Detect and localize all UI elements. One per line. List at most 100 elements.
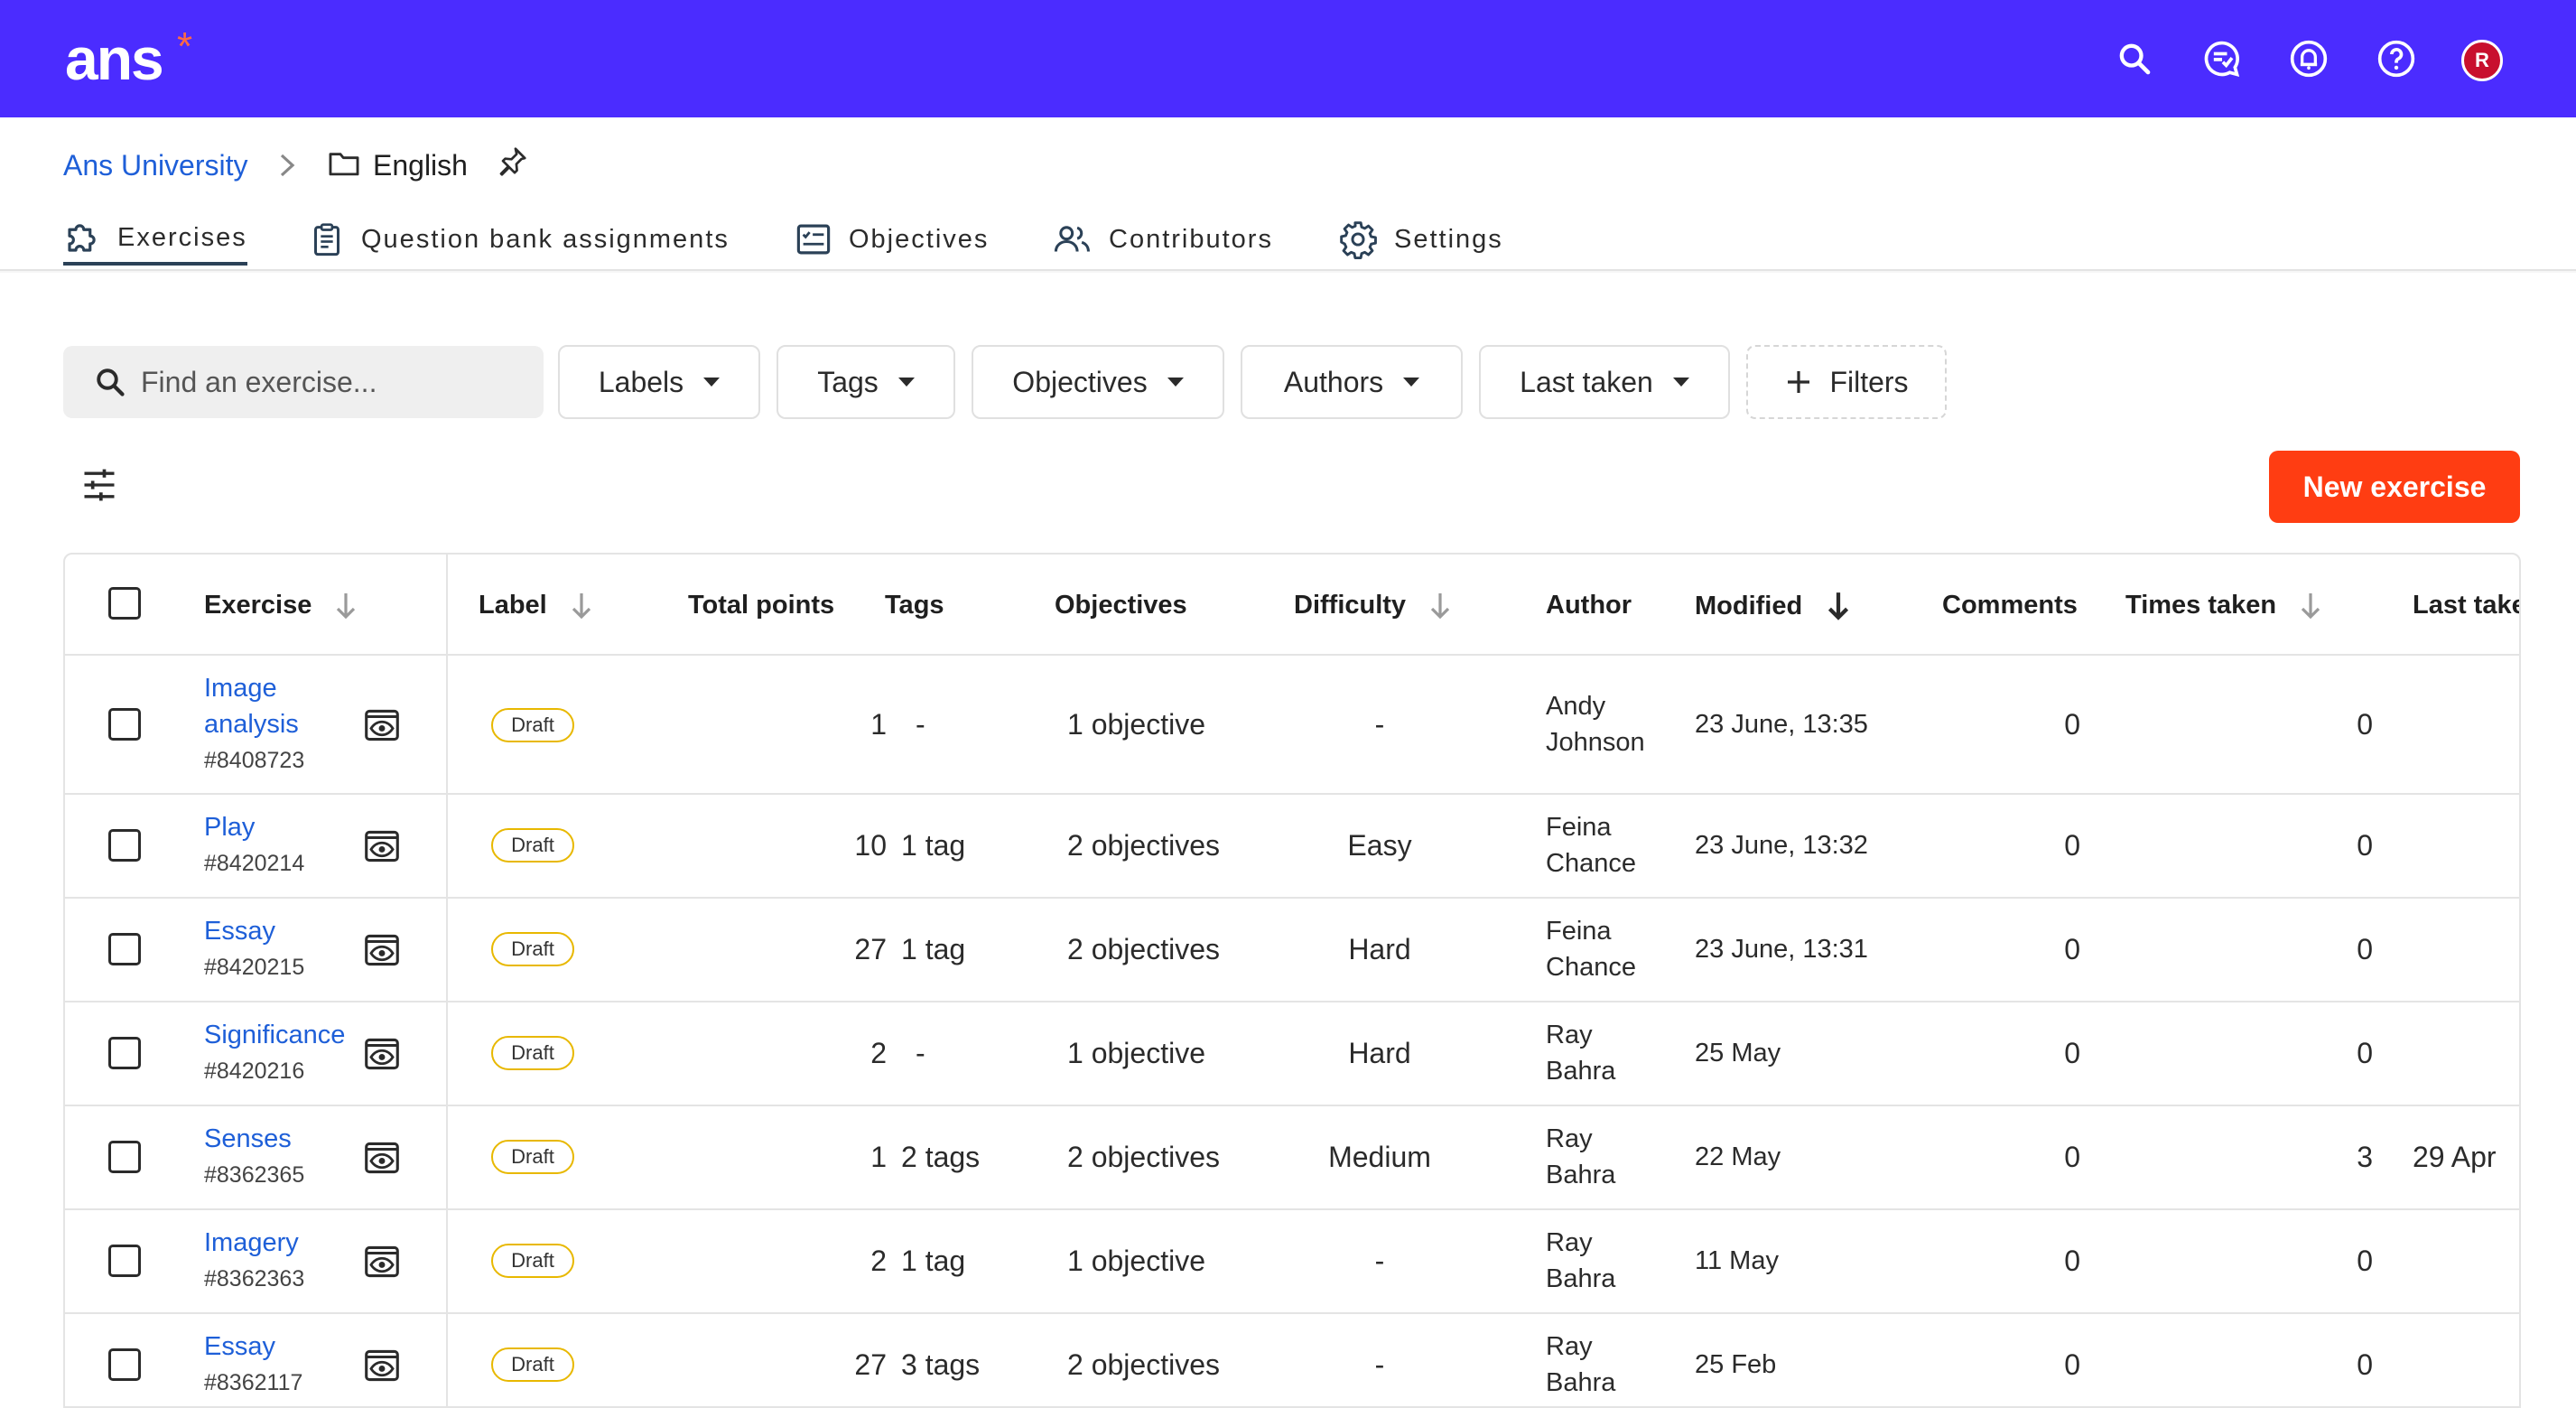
help-icon[interactable] xyxy=(2374,36,2419,81)
row-divider xyxy=(65,654,2519,656)
status-badge: Draft xyxy=(491,828,574,863)
objectives-count[interactable]: 1 objective xyxy=(1067,1037,1205,1070)
search-field[interactable] xyxy=(63,346,544,418)
author-name: Andy Johnson xyxy=(1546,692,1645,757)
total-points: 10 xyxy=(854,829,887,862)
row-checkbox[interactable] xyxy=(108,1141,141,1173)
objectives-count[interactable]: 2 objectives xyxy=(1067,829,1220,863)
header-total-points[interactable]: Total points xyxy=(688,591,834,620)
column-settings-icon[interactable] xyxy=(79,465,119,505)
filter-label: Filters xyxy=(1829,365,1909,398)
last-taken-filter-button[interactable]: Last taken xyxy=(1479,345,1730,419)
gear-icon xyxy=(1338,219,1378,259)
pin-icon[interactable] xyxy=(495,145,529,179)
exercise-title-link[interactable]: Essay xyxy=(204,1329,339,1365)
preview-eye-icon[interactable] xyxy=(363,829,401,863)
tags-count[interactable]: 3 tags xyxy=(901,1348,980,1382)
puzzle-icon xyxy=(63,219,101,256)
tab-settings[interactable]: Settings xyxy=(1338,213,1503,266)
user-avatar[interactable]: R xyxy=(2461,40,2503,81)
sort-arrow-icon xyxy=(335,592,357,620)
exercise-title-link[interactable]: Play xyxy=(204,809,339,845)
exercise-title-link[interactable]: Senses xyxy=(204,1121,339,1157)
header-difficulty[interactable]: Difficulty xyxy=(1294,591,1451,620)
tags-filter-button[interactable]: Tags xyxy=(777,345,955,419)
row-checkbox[interactable] xyxy=(108,1037,141,1069)
column-divider xyxy=(446,555,448,1406)
new-exercise-button[interactable]: New exercise xyxy=(2269,451,2520,523)
tab-label: Question bank assignments xyxy=(361,224,730,254)
review-icon[interactable] xyxy=(2199,36,2245,81)
tags-count[interactable]: - xyxy=(916,1037,925,1070)
objectives-count[interactable]: 2 objectives xyxy=(1067,1348,1220,1382)
search-icon[interactable] xyxy=(2112,36,2157,81)
row-checkbox[interactable] xyxy=(108,933,141,965)
preview-eye-icon[interactable] xyxy=(363,708,401,742)
objectives-count[interactable]: 1 objective xyxy=(1067,1245,1205,1278)
times-taken: 0 xyxy=(2357,933,2373,965)
preview-eye-icon[interactable] xyxy=(363,933,401,967)
exercise-title-link[interactable]: Essay xyxy=(204,913,339,949)
preview-eye-icon[interactable] xyxy=(363,1245,401,1279)
header-label-column[interactable]: Label xyxy=(479,591,592,620)
tab-objectives[interactable]: Objectives xyxy=(795,213,989,266)
row-checkbox[interactable] xyxy=(108,708,141,741)
tags-count[interactable]: 1 tag xyxy=(901,1245,965,1278)
modified-date: 23 June, 13:35 xyxy=(1695,710,1868,739)
tags-count[interactable]: 1 tag xyxy=(901,829,965,863)
status-badge: Draft xyxy=(491,1036,574,1070)
caret-down-icon xyxy=(1672,378,1689,387)
tab-exercises[interactable]: Exercises xyxy=(63,213,247,266)
labels-filter-button[interactable]: Labels xyxy=(558,345,760,419)
header-objectives[interactable]: Objectives xyxy=(1055,591,1187,620)
header-last-taken[interactable]: Last take xyxy=(2413,591,2519,620)
header-modified[interactable]: Modified xyxy=(1695,591,1851,621)
times-taken: 0 xyxy=(2357,1348,2373,1381)
sort-arrow-icon xyxy=(2300,592,2321,620)
comments-count: 0 xyxy=(2064,1037,2080,1069)
preview-eye-icon[interactable] xyxy=(363,1348,401,1383)
exercise-title-link[interactable]: Imagery xyxy=(204,1225,339,1261)
times-taken: 0 xyxy=(2357,829,2373,862)
objectives-filter-button[interactable]: Objectives xyxy=(972,345,1224,419)
tags-count[interactable]: 1 tag xyxy=(901,933,965,966)
exercise-title-link[interactable]: Image analysis xyxy=(204,670,339,742)
breadcrumb-current: English xyxy=(373,149,468,182)
filter-label: Labels xyxy=(598,365,684,398)
select-all-checkbox[interactable] xyxy=(108,587,141,620)
ans-logo[interactable]: ans xyxy=(65,25,164,92)
search-icon xyxy=(94,366,126,398)
row-divider xyxy=(65,1105,2519,1106)
preview-eye-icon[interactable] xyxy=(363,1037,401,1071)
author-name: Ray Bahra xyxy=(1546,1228,1616,1293)
header-comments[interactable]: Comments xyxy=(1942,591,2078,620)
header-tags[interactable]: Tags xyxy=(885,591,944,620)
modified-date: 23 June, 13:32 xyxy=(1695,831,1868,860)
tags-count[interactable]: 2 tags xyxy=(901,1141,980,1174)
header-label: Modified xyxy=(1695,591,1803,620)
notifications-icon[interactable] xyxy=(2286,36,2331,81)
search-input[interactable] xyxy=(141,365,520,399)
tags-count[interactable]: - xyxy=(916,708,925,741)
header-exercise[interactable]: Exercise xyxy=(204,591,357,620)
authors-filter-button[interactable]: Authors xyxy=(1241,345,1463,419)
preview-eye-icon[interactable] xyxy=(363,1141,401,1175)
add-filter-button[interactable]: Filters xyxy=(1746,345,1947,419)
objectives-count[interactable]: 1 objective xyxy=(1067,708,1205,741)
objectives-count[interactable]: 2 objectives xyxy=(1067,933,1220,966)
logo-asterisk: * xyxy=(177,24,193,69)
exercise-title-link[interactable]: Significance xyxy=(204,1017,367,1053)
breadcrumb-parent[interactable]: Ans University xyxy=(63,148,248,182)
objectives-count[interactable]: 2 objectives xyxy=(1067,1141,1220,1174)
header-author[interactable]: Author xyxy=(1546,591,1632,620)
header-label: Times taken xyxy=(2125,591,2277,620)
tab-question-bank-assignments[interactable]: Question bank assignments xyxy=(309,213,730,266)
sort-arrow-icon xyxy=(571,592,592,620)
tab-contributors[interactable]: Contributors xyxy=(1053,213,1273,266)
row-checkbox[interactable] xyxy=(108,1348,141,1381)
row-checkbox[interactable] xyxy=(108,1245,141,1277)
tab-label: Exercises xyxy=(117,222,247,252)
times-taken: 3 xyxy=(2357,1141,2373,1173)
header-times-taken[interactable]: Times taken xyxy=(2125,591,2321,620)
row-checkbox[interactable] xyxy=(108,829,141,862)
